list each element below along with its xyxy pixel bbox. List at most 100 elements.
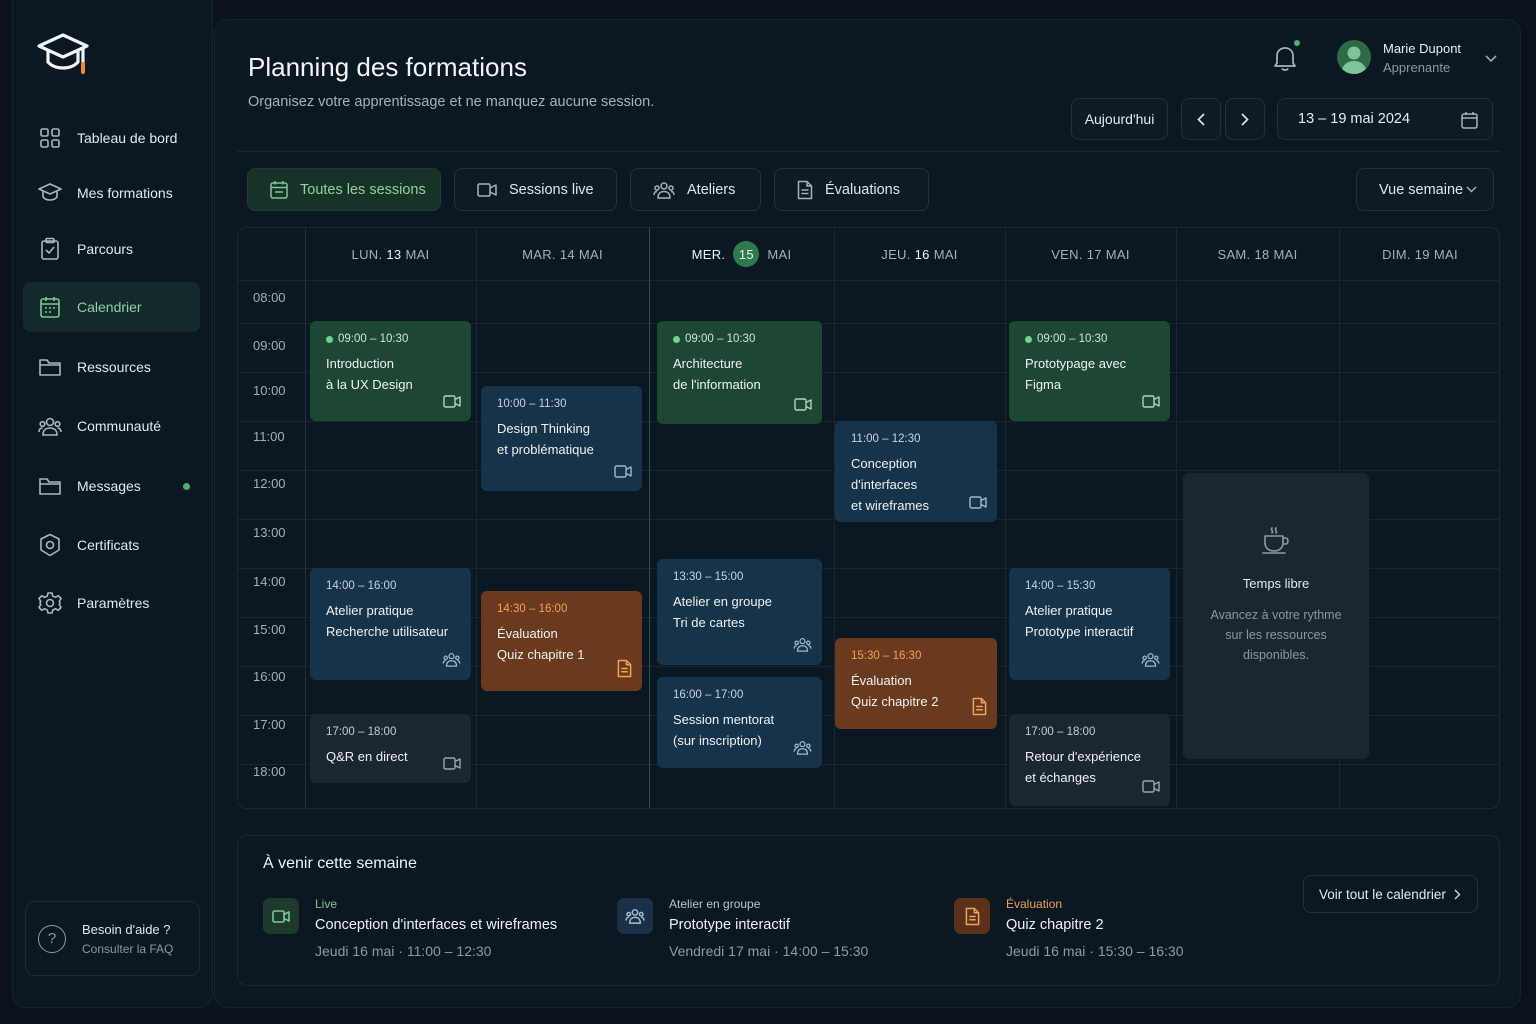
prev-week-button[interactable] xyxy=(1181,98,1221,140)
video-icon xyxy=(1142,780,1160,796)
day-column-line xyxy=(476,228,477,808)
sidebar-item-label: Parcours xyxy=(77,241,134,257)
sidebar-item-dashboard[interactable]: Tableau de bord xyxy=(23,113,200,163)
users-icon xyxy=(793,637,812,655)
event-card[interactable]: 14:00 – 15:30 Atelier pratique Prototype… xyxy=(1009,568,1170,680)
sidebar-item-formations[interactable]: Mes formations xyxy=(23,168,200,218)
day-month: MAI xyxy=(1105,246,1130,262)
hour-label: 13:00 xyxy=(253,525,286,540)
day-header-sun: DIM. 19 MAI xyxy=(1339,228,1499,280)
tab-label: Ateliers xyxy=(687,181,736,198)
see-all-calendar-button[interactable]: Voir tout le calendrier xyxy=(1303,875,1478,913)
day-name: SAM. xyxy=(1217,246,1251,262)
date-range-picker[interactable]: 13 – 19 mai 2024 xyxy=(1277,98,1493,140)
week-calendar: LUN. 13 MAI MAR. 14 MAI MER. 15 MAI JEU. 16 MAI … xyxy=(237,227,1500,809)
upcoming-name: Conception d'interfaces et wireframes xyxy=(315,917,558,933)
users-icon xyxy=(617,898,653,934)
clipboard-icon xyxy=(37,236,63,262)
tab-live-sessions[interactable]: Sessions live xyxy=(454,168,617,211)
main-panel: Planning des formations Organisez votre … xyxy=(214,19,1521,1008)
upcoming-item[interactable]: Live Conception d'interfaces et wirefram… xyxy=(263,893,603,973)
sidebar-item-label: Ressources xyxy=(77,359,151,375)
event-time: 17:00 – 18:00 xyxy=(326,726,397,738)
event-subtitle: Figma xyxy=(1025,377,1062,392)
hour-label: 15:00 xyxy=(253,622,286,637)
sidebar-item-parametres[interactable]: Paramètres xyxy=(23,578,200,628)
day-number: 19 xyxy=(1414,246,1430,262)
view-select[interactable]: Vue semaine xyxy=(1356,168,1494,211)
sidebar-item-label: Messages xyxy=(77,478,141,494)
upcoming-item[interactable]: Évaluation Quiz chapitre 2 Jeudi 16 mai … xyxy=(954,893,1254,973)
event-card[interactable]: 11:00 – 12:30 Conception d'interfaces et… xyxy=(835,421,997,522)
event-card[interactable]: 14:00 – 16:00 Atelier pratique Recherche… xyxy=(310,568,471,680)
tab-workshops[interactable]: Ateliers xyxy=(630,168,761,211)
event-card[interactable]: 16:00 – 17:00 Session mentorat (sur insc… xyxy=(657,677,822,768)
sidebar-item-label: Calendrier xyxy=(77,299,142,315)
upcoming-item[interactable]: Atelier en groupe Prototype interactif V… xyxy=(617,893,937,973)
day-number: 14 xyxy=(559,246,575,262)
tab-evaluations[interactable]: Évaluations xyxy=(774,168,929,211)
sidebar-item-communaute[interactable]: Communauté xyxy=(23,401,200,451)
sidebar-item-ressources[interactable]: Ressources xyxy=(23,342,200,392)
tab-all-sessions[interactable]: Toutes les sessions xyxy=(247,168,441,211)
sidebar-item-parcours[interactable]: Parcours xyxy=(23,224,200,274)
event-card[interactable]: 09:00 – 10:30 Prototypage avec Figma xyxy=(1009,321,1170,421)
free-time-title: Temps libre xyxy=(1242,576,1310,591)
chevron-down-icon xyxy=(1466,186,1477,193)
day-month: MAI xyxy=(933,246,958,262)
event-card[interactable]: 15:30 – 16:30 Évaluation Quiz chapitre 2 xyxy=(835,638,997,729)
header-divider xyxy=(237,151,1500,152)
upcoming-name: Quiz chapitre 2 xyxy=(1006,917,1104,933)
event-card[interactable]: 10:00 – 11:30 Design Thinking et problém… xyxy=(481,386,642,491)
event-card[interactable]: 09:00 – 10:30 Architecture de l'informat… xyxy=(657,321,822,424)
folder-icon xyxy=(37,354,63,380)
bell-icon[interactable] xyxy=(1272,44,1298,77)
free-time-desc: Avancez à votre rythme sur les ressource… xyxy=(1199,605,1353,665)
next-week-button[interactable] xyxy=(1225,98,1265,140)
event-card[interactable]: 13:30 – 15:00 Atelier en groupe Tri de c… xyxy=(657,559,822,665)
event-title: Prototypage avec xyxy=(1025,356,1127,371)
today-button[interactable]: Aujourd'hui xyxy=(1071,98,1168,140)
chevron-down-icon[interactable] xyxy=(1485,50,1497,68)
event-time: 15:30 – 16:30 xyxy=(851,650,922,662)
upcoming-type: Évaluation xyxy=(1006,897,1063,911)
event-card[interactable]: 17:00 – 18:00 Q&R en direct xyxy=(310,714,471,783)
hour-label: 14:00 xyxy=(253,574,286,589)
sidebar-item-calendrier[interactable]: Calendrier xyxy=(23,282,200,332)
upcoming-type: Atelier en groupe xyxy=(669,897,761,911)
event-title: Évaluation xyxy=(851,673,912,688)
day-name: JEU. xyxy=(881,246,911,262)
sidebar-item-label: Mes formations xyxy=(77,185,173,201)
day-number: 16 xyxy=(914,246,930,262)
upcoming-day: Jeudi 16 mai xyxy=(315,943,395,959)
day-name: MAR. xyxy=(522,246,556,262)
event-title: Introduction xyxy=(326,356,394,371)
day-name: DIM. xyxy=(1382,246,1411,262)
event-card[interactable]: 14:30 – 16:00 Évaluation Quiz chapitre 1 xyxy=(481,591,642,691)
event-title: Évaluation xyxy=(497,626,558,641)
day-header-wed-today: MER. 15 MAI xyxy=(649,228,834,280)
event-time: 16:00 – 17:00 xyxy=(673,689,744,701)
event-time: 14:30 – 16:00 xyxy=(497,603,568,615)
live-dot xyxy=(326,335,333,343)
event-title: Retour d'expérience xyxy=(1025,749,1141,764)
day-header-thu: JEU. 16 MAI xyxy=(834,228,1005,280)
sidebar: Tableau de bord Mes formations Parcours … xyxy=(12,0,213,1008)
help-card[interactable]: ? Besoin d'aide ? Consulter la FAQ xyxy=(25,901,200,976)
graduation-cap-logo-icon[interactable] xyxy=(37,32,91,83)
event-card[interactable]: 09:00 – 10:30 Introduction à la UX Desig… xyxy=(310,321,471,421)
event-card[interactable]: 17:00 – 18:00 Retour d'expérience et éch… xyxy=(1009,714,1170,806)
upcoming-hours: 11:00 – 12:30 xyxy=(406,943,492,959)
help-faq-link[interactable]: Consulter la FAQ xyxy=(82,942,173,956)
hour-label: 08:00 xyxy=(253,290,286,305)
document-icon xyxy=(617,659,632,681)
sidebar-item-messages[interactable]: Messages xyxy=(23,461,200,511)
day-name: VEN. xyxy=(1051,246,1083,262)
event-title: Q&R en direct xyxy=(326,749,408,764)
event-title: Design Thinking xyxy=(497,421,590,436)
upcoming-section: À venir cette semaine Live Conception d'… xyxy=(237,835,1500,986)
sidebar-item-certificats[interactable]: Certificats xyxy=(23,520,200,570)
avatar[interactable] xyxy=(1337,40,1371,74)
day-number: 17 xyxy=(1086,246,1102,262)
day-header-tue: MAR. 14 MAI xyxy=(476,228,649,280)
